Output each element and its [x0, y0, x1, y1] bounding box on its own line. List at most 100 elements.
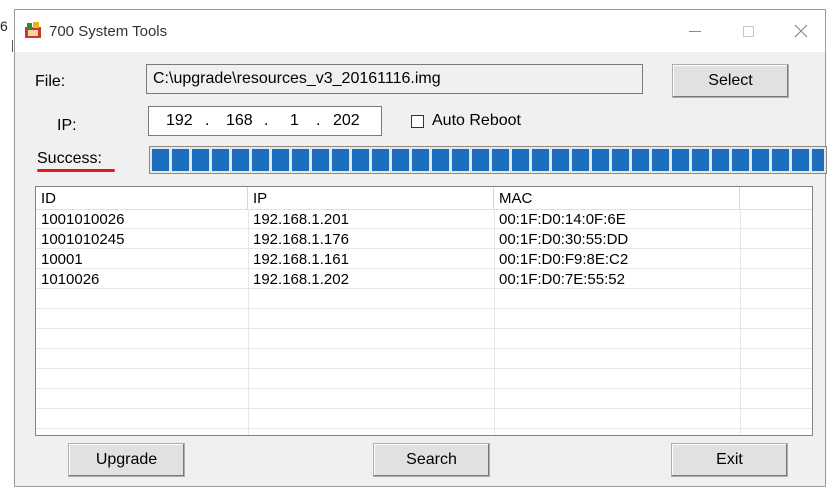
cell-ip: 192.168.1.161: [253, 250, 349, 268]
auto-reboot-checkbox[interactable]: [411, 115, 424, 128]
cell-ip: 192.168.1.176: [253, 230, 349, 248]
table-row: [36, 389, 812, 409]
progress-segment: [432, 149, 449, 171]
progress-fill: [152, 149, 824, 171]
maximize-button[interactable]: [726, 16, 770, 46]
progress-segment: [692, 149, 709, 171]
ip-label: IP:: [57, 117, 77, 134]
cell-id: 1001010245: [41, 230, 125, 248]
progress-segment: [632, 149, 649, 171]
progress-segment: [512, 149, 529, 171]
table-row: [36, 289, 812, 309]
table-row[interactable]: 1010026 192.168.1.202 00:1F:D0:7E:55:52: [36, 269, 812, 289]
close-icon: [794, 24, 808, 38]
column-divider: [494, 209, 495, 435]
cell-id: 1010026: [41, 270, 100, 288]
ip-octet-1[interactable]: 192: [166, 107, 193, 135]
progress-segment: [812, 149, 824, 171]
progress-segment: [272, 149, 289, 171]
progress-segment: [752, 149, 769, 171]
table-row: [36, 329, 812, 349]
title-bar[interactable]: 700 System Tools: [15, 10, 825, 52]
progress-segment: [732, 149, 749, 171]
progress-segment: [152, 149, 169, 171]
progress-segment: [212, 149, 229, 171]
cell-mac: 00:1F:D0:7E:55:52: [499, 270, 625, 288]
progress-segment: [672, 149, 689, 171]
upgrade-button[interactable]: Upgrade: [68, 443, 185, 477]
progress-segment: [612, 149, 629, 171]
progress-segment: [392, 149, 409, 171]
cell-ip: 192.168.1.202: [253, 270, 349, 288]
progress-segment: [372, 149, 389, 171]
minimize-icon: [689, 30, 701, 32]
select-button[interactable]: Select: [672, 64, 789, 98]
window-title: 700 System Tools: [49, 23, 168, 40]
progress-segment: [792, 149, 809, 171]
progress-segment: [292, 149, 309, 171]
table-header: ID IP MAC: [36, 187, 812, 210]
cell-mac: 00:1F:D0:F9:8E:C2: [499, 250, 629, 268]
status-underline: [37, 169, 115, 172]
app-window: 700 System Tools File: C:\upgrade\resour…: [14, 9, 827, 487]
progress-segment: [232, 149, 249, 171]
table-row[interactable]: 1001010026 192.168.1.201 00:1F:D0:14:0F:6E: [36, 209, 812, 229]
file-path-value: C:\upgrade\resources_v3_20161116.img: [153, 70, 441, 87]
cell-mac: 00:1F:D0:30:55:DD: [499, 230, 629, 248]
ip-address-field[interactable]: 192 . 168 . 1 . 202: [148, 106, 382, 136]
column-header-empty: [740, 187, 812, 209]
column-header-ip[interactable]: IP: [248, 187, 494, 209]
column-header-id[interactable]: ID: [36, 187, 248, 209]
column-divider: [248, 209, 249, 435]
exit-button[interactable]: Exit: [671, 443, 788, 477]
close-button[interactable]: [779, 16, 823, 46]
ip-octet-3[interactable]: 1: [290, 107, 299, 135]
maximize-icon: [742, 25, 754, 37]
stray-text: 6: [0, 18, 8, 34]
table-row: [36, 349, 812, 369]
column-header-mac[interactable]: MAC: [494, 187, 740, 209]
progress-segment: [172, 149, 189, 171]
cell-id: 10001: [41, 250, 83, 268]
progress-segment: [332, 149, 349, 171]
progress-segment: [492, 149, 509, 171]
upload-progress-bar: [149, 146, 827, 174]
progress-segment: [452, 149, 469, 171]
minimize-button[interactable]: [673, 16, 717, 46]
app-icon: [25, 22, 41, 38]
table-row: [36, 309, 812, 329]
progress-segment: [592, 149, 609, 171]
ip-octet-2[interactable]: 168: [226, 107, 253, 135]
search-button[interactable]: Search: [373, 443, 490, 477]
progress-segment: [312, 149, 329, 171]
file-path-field[interactable]: C:\upgrade\resources_v3_20161116.img: [146, 64, 643, 94]
progress-segment: [412, 149, 429, 171]
progress-segment: [572, 149, 589, 171]
table-row[interactable]: 10001 192.168.1.161 00:1F:D0:F9:8E:C2: [36, 249, 812, 269]
progress-segment: [712, 149, 729, 171]
progress-segment: [552, 149, 569, 171]
device-table[interactable]: ID IP MAC 1001010026 192.168.1.201 00:1F:D…: [35, 186, 813, 436]
progress-segment: [772, 149, 789, 171]
progress-segment: [532, 149, 549, 171]
progress-segment: [352, 149, 369, 171]
table-row: [36, 409, 812, 429]
table-row[interactable]: 1001010245 192.168.1.176 00:1F:D0:30:55:DD: [36, 229, 812, 249]
table-row: [36, 369, 812, 389]
progress-segment: [192, 149, 209, 171]
ip-dot-2: .: [264, 112, 269, 129]
stray-mark: [12, 40, 13, 52]
cell-ip: 192.168.1.201: [253, 210, 349, 228]
progress-segment: [252, 149, 269, 171]
auto-reboot-label[interactable]: Auto Reboot: [432, 112, 521, 130]
progress-segment: [472, 149, 489, 171]
progress-segment: [652, 149, 669, 171]
ip-dot-1: .: [205, 112, 210, 129]
column-divider: [740, 209, 741, 435]
ip-dot-3: .: [316, 112, 321, 129]
ip-octet-4[interactable]: 202: [333, 107, 360, 135]
cell-id: 1001010026: [41, 210, 125, 228]
status-label: Success:: [37, 150, 102, 167]
cell-mac: 00:1F:D0:14:0F:6E: [499, 210, 626, 228]
file-label: File:: [35, 73, 66, 90]
